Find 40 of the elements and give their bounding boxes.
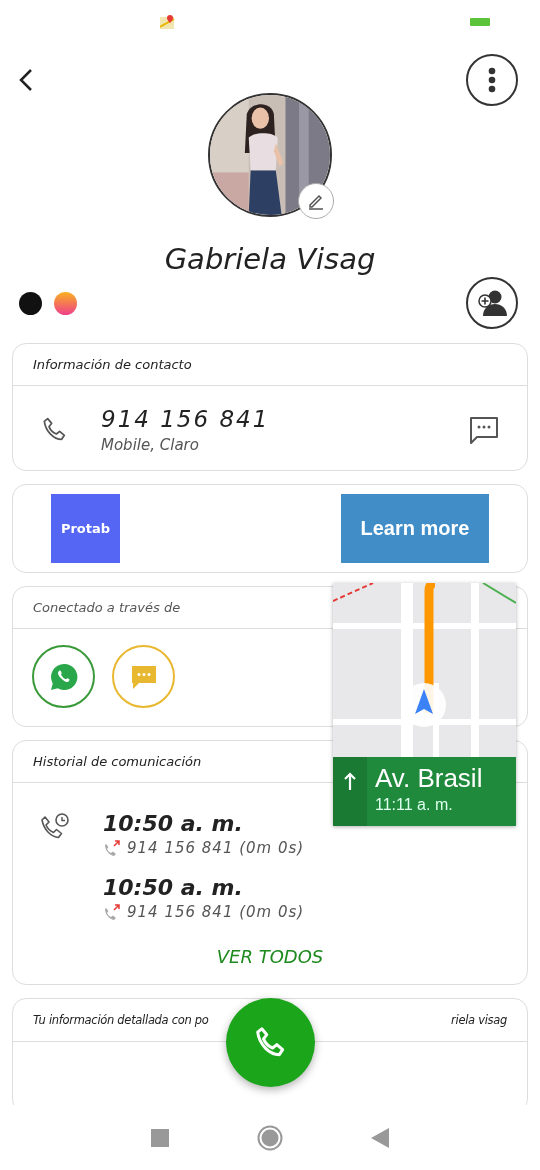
triangle-icon xyxy=(371,1127,389,1148)
edit-photo-button[interactable] xyxy=(298,183,334,219)
call-detail: 914 156 841 (0m 0s) xyxy=(127,839,305,857)
card-title: Información de contacto xyxy=(13,344,527,386)
call-time: 10:50 a. m. xyxy=(103,875,244,900)
message-icon xyxy=(469,415,499,445)
theme-dot[interactable] xyxy=(19,291,42,315)
view-all-link[interactable]: VER TODOS xyxy=(210,945,330,968)
outgoing-call-icon xyxy=(103,839,121,857)
contact-name: Gabriela Visag xyxy=(163,242,377,276)
call-detail: 914 156 841 (0m 0s) xyxy=(127,903,305,921)
back-icon xyxy=(18,68,34,92)
pencil-icon xyxy=(307,192,325,210)
home-button[interactable] xyxy=(257,1124,283,1151)
add-contact-button[interactable] xyxy=(466,277,518,329)
arrival-time: 11:11 a. m. xyxy=(374,795,454,814)
map-pin-icon xyxy=(160,15,176,29)
message-icon xyxy=(129,663,158,690)
card-title: Tu información detallada con po xyxy=(33,1013,209,1027)
more-options-button[interactable] xyxy=(466,54,518,106)
circle-icon xyxy=(257,1124,283,1151)
back-nav-button[interactable] xyxy=(371,1127,389,1148)
add-person-icon xyxy=(477,289,507,317)
theme-dot[interactable] xyxy=(54,291,77,315)
call-time: 10:50 a. m. xyxy=(103,811,244,836)
straight-arrow-icon xyxy=(343,771,357,791)
phone-type: Mobile, Claro xyxy=(101,436,200,454)
navigation-widget[interactable]: Av. Brasil 11:11 a. m. xyxy=(333,583,516,826)
card-title: riela visag xyxy=(451,1013,507,1027)
recent-apps-button[interactable] xyxy=(151,1128,169,1147)
back-button[interactable] xyxy=(18,68,34,92)
outgoing-call-icon xyxy=(103,903,121,921)
phone-number: 914 156 841 xyxy=(101,406,271,432)
square-icon xyxy=(151,1128,169,1147)
more-options-icon xyxy=(488,67,496,93)
message-button[interactable] xyxy=(469,415,499,445)
battery-icon xyxy=(470,18,490,26)
chat-bubble-phone-icon xyxy=(48,661,79,692)
learn-more-button[interactable]: Learn more xyxy=(341,494,489,563)
brand-logo: Protab xyxy=(51,494,120,563)
